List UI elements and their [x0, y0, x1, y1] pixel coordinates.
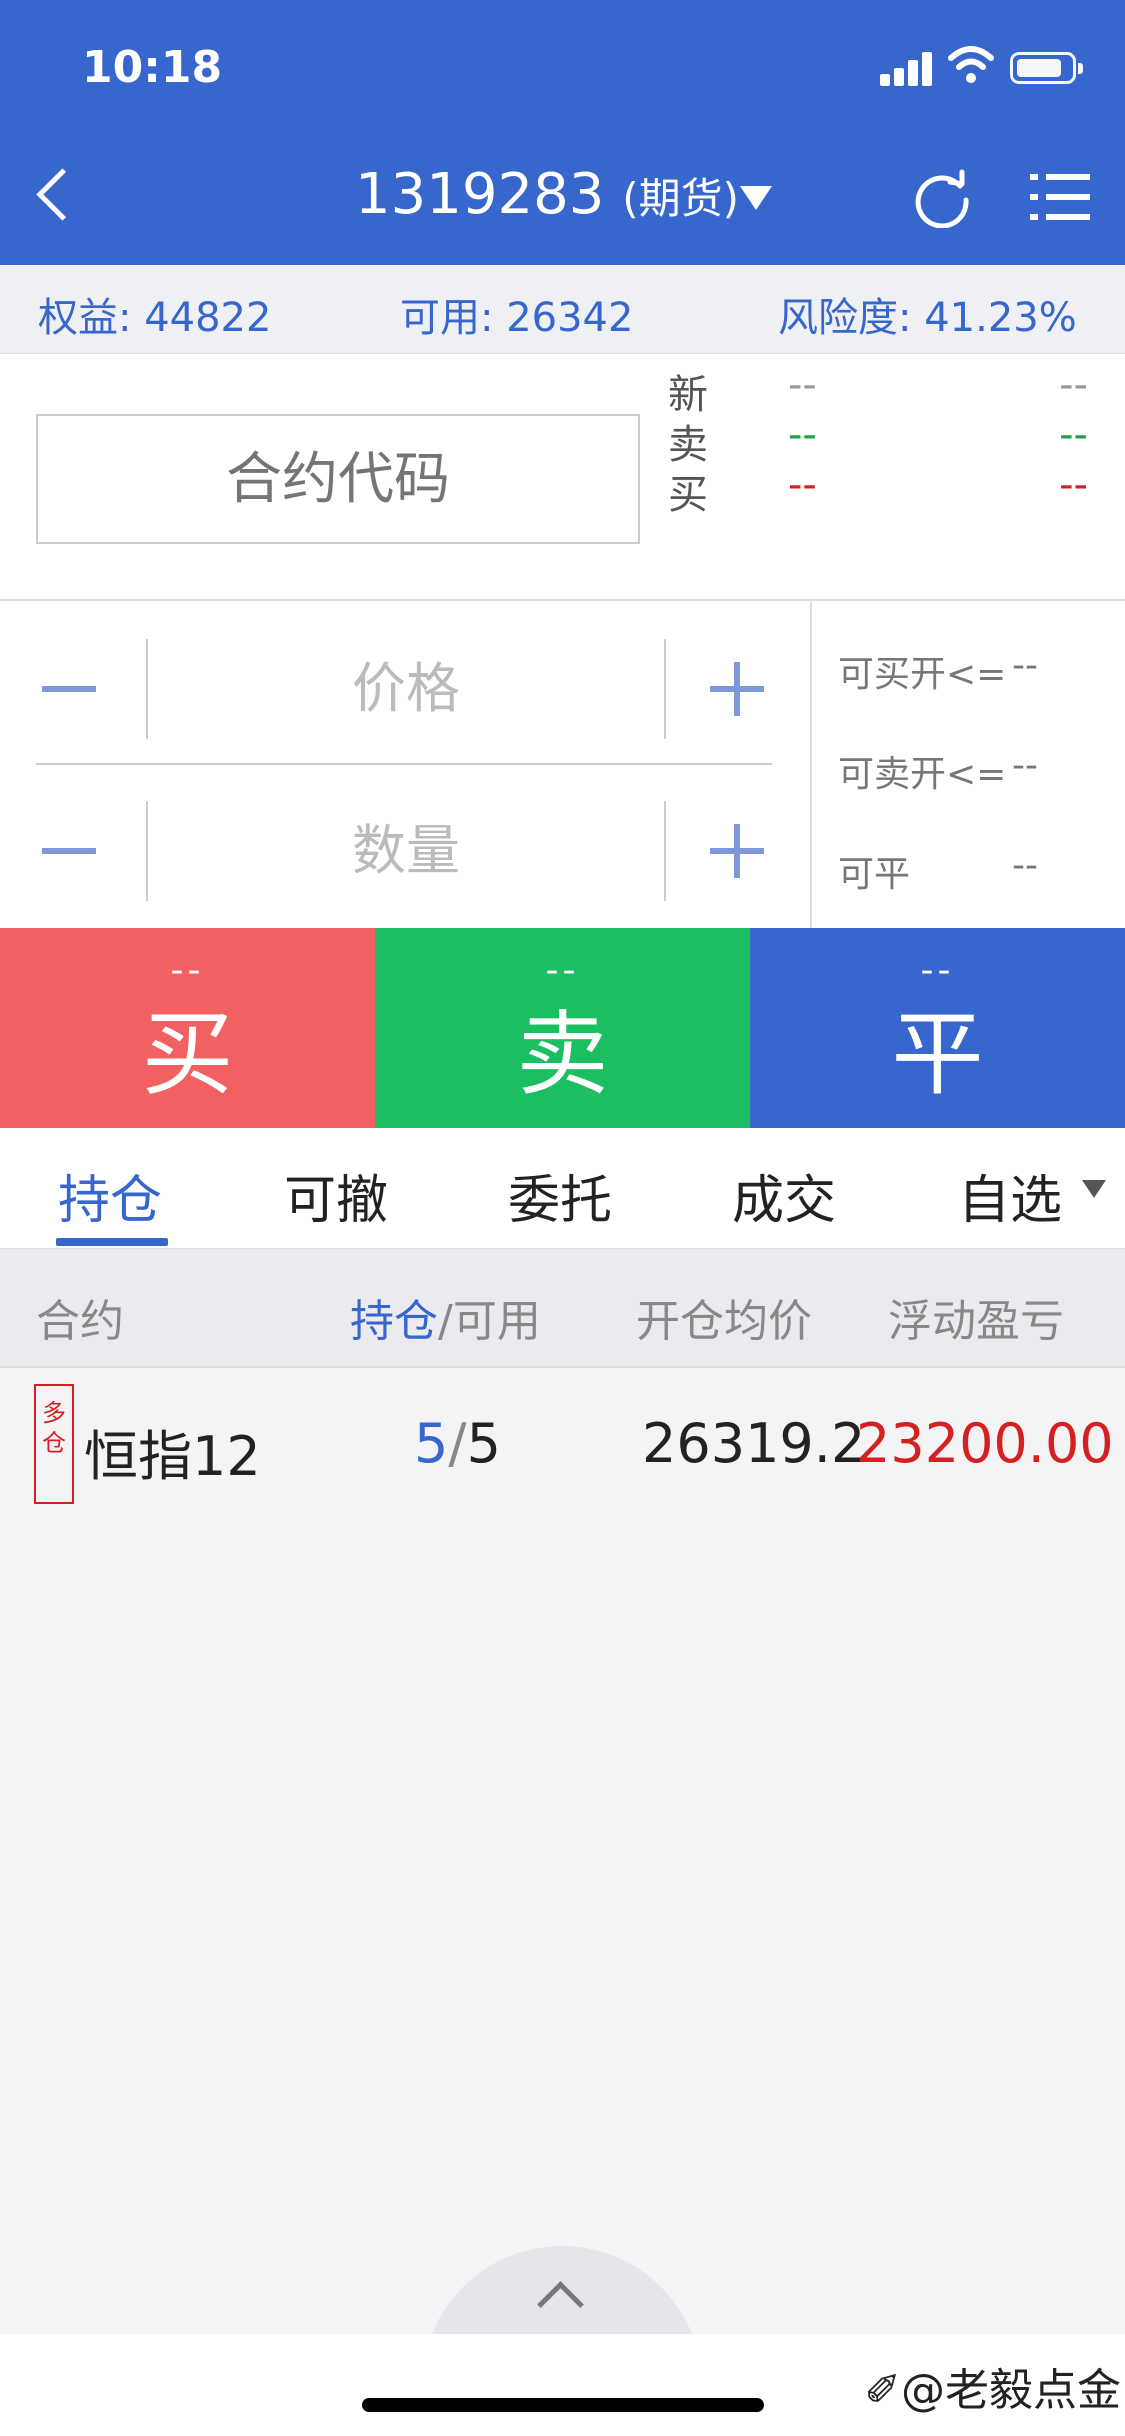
- can-sell-open-label: 可卖开<=: [838, 754, 1007, 795]
- active-tab-indicator: [56, 1238, 168, 1246]
- cellular-signal-icon: [880, 50, 936, 86]
- quote-row-label: 买: [668, 472, 708, 518]
- can-buy-open-label: 可买开<=: [838, 654, 1007, 695]
- row-available: 5: [466, 1412, 501, 1475]
- trade-buttons: -- 买 -- 卖 -- 平: [0, 928, 1125, 1128]
- wifi-icon: [948, 46, 994, 83]
- col-contract: 合约: [36, 1296, 124, 1347]
- can-sell-open-row: 可卖开<= --: [838, 745, 1038, 797]
- buy-label: 买: [141, 1001, 234, 1108]
- open-close-limits: 可买开<= -- 可卖开<= -- 可平 --: [810, 601, 1125, 928]
- quote-row-price: --: [788, 412, 817, 458]
- account-summary-bar: 权益: 44822 可用: 26342 风险度: 41.23%: [0, 265, 1125, 353]
- account-number: 1319283: [355, 162, 605, 227]
- quantity-plus-button[interactable]: [702, 801, 772, 901]
- quote-row-price: --: [788, 462, 817, 508]
- row-position: 5: [414, 1412, 449, 1475]
- buy-price: --: [170, 950, 205, 991]
- refresh-icon[interactable]: [912, 168, 972, 228]
- tab-trades[interactable]: 成交: [732, 1158, 836, 1233]
- quote-row-volume: --: [1059, 362, 1088, 408]
- order-entry-panel: 价格 数量 可买开<= -- 可卖开<= -- 可平 --: [0, 601, 1125, 928]
- watermark: ✐@老毅点金: [864, 2365, 1121, 2416]
- quote-row-volume: --: [1059, 412, 1088, 458]
- price-stepper: 价格: [36, 639, 772, 739]
- menu-list-icon[interactable]: [1030, 172, 1090, 222]
- can-close-label: 可平: [838, 854, 911, 895]
- back-arrow-icon[interactable]: [30, 160, 80, 230]
- badge-line1: 多: [42, 1399, 66, 1427]
- close-price: --: [920, 950, 955, 991]
- col-position: 持仓: [350, 1296, 438, 1347]
- risk-summary: 风险度: 41.23%: [778, 285, 1077, 343]
- quote-row-price: --: [788, 362, 817, 408]
- account-selector[interactable]: 1319283 (期货): [355, 162, 739, 227]
- stepper-divider: [36, 763, 772, 765]
- quantity-stepper: 数量: [36, 801, 772, 901]
- sell-price: --: [545, 950, 580, 991]
- col-position-available: 持仓/可用: [350, 1285, 541, 1349]
- positions-table-header: 合约 持仓/可用 开仓均价 浮动盈亏: [0, 1248, 1125, 1368]
- badge-line2: 仓: [42, 1429, 66, 1457]
- can-close-value: --: [1012, 845, 1038, 886]
- can-buy-open-value: --: [1012, 645, 1038, 686]
- row-sep: /: [448, 1412, 467, 1475]
- status-time: 10:18: [82, 42, 223, 93]
- table-row[interactable]: 多 仓 恒指12 5/5 26319.2 23200.00: [0, 1368, 1125, 1518]
- home-indicator[interactable]: [362, 2398, 764, 2412]
- quote-row-volume: --: [1059, 462, 1088, 508]
- available-value: 26342: [506, 295, 634, 341]
- tab-positions[interactable]: 持仓: [58, 1158, 162, 1233]
- equity-summary: 权益: 44822: [38, 285, 271, 343]
- equity-value: 44822: [144, 295, 272, 341]
- price-minus-button[interactable]: [36, 639, 106, 739]
- tab-bar: 持仓 可撤 委托 成交 自选: [0, 1128, 1125, 1248]
- app-header: 10:18 1319283 (期货): [0, 0, 1125, 265]
- sell-label: 卖: [516, 1001, 609, 1108]
- account-type: (期货): [622, 174, 739, 223]
- quote-row: 买 -- --: [668, 462, 1088, 522]
- col-avg-open: 开仓均价: [636, 1296, 812, 1347]
- can-buy-open-row: 可买开<= --: [838, 645, 1038, 697]
- col-available: /可用: [438, 1296, 541, 1347]
- row-avg-open: 26319.2: [642, 1412, 866, 1475]
- row-contract: 恒指12: [84, 1425, 261, 1488]
- tab-cancellable[interactable]: 可撤: [284, 1158, 388, 1233]
- available-summary: 可用: 26342: [400, 285, 633, 343]
- quantity-input[interactable]: 数量: [146, 801, 666, 901]
- row-position-available: 5/5: [414, 1412, 501, 1475]
- chevron-down-icon[interactable]: [1082, 1180, 1106, 1198]
- risk-value: 41.23%: [924, 295, 1077, 341]
- tab-orders[interactable]: 委托: [508, 1158, 612, 1233]
- price-plus-button[interactable]: [702, 639, 772, 739]
- risk-label: 风险度:: [778, 295, 912, 341]
- battery-icon: [1010, 52, 1083, 84]
- available-label: 可用:: [400, 295, 494, 341]
- long-position-badge: 多 仓: [34, 1384, 74, 1504]
- quote-panel: 新----卖----买----: [0, 353, 1125, 601]
- can-sell-open-value: --: [1012, 745, 1038, 786]
- close-label: 平: [891, 1001, 984, 1108]
- sell-button[interactable]: -- 卖: [375, 928, 750, 1128]
- contract-code-input[interactable]: [36, 414, 640, 544]
- col-floating-pnl: 浮动盈亏: [888, 1296, 1064, 1347]
- chevron-down-icon[interactable]: [740, 186, 772, 210]
- equity-label: 权益:: [38, 295, 132, 341]
- tab-watchlist[interactable]: 自选: [958, 1158, 1062, 1233]
- price-input[interactable]: 价格: [146, 639, 666, 739]
- quantity-minus-button[interactable]: [36, 801, 106, 901]
- close-position-button[interactable]: -- 平: [750, 928, 1125, 1128]
- buy-button[interactable]: -- 买: [0, 928, 375, 1128]
- row-floating-pnl: 23200.00: [856, 1412, 1114, 1475]
- can-close-row: 可平 --: [838, 845, 1038, 897]
